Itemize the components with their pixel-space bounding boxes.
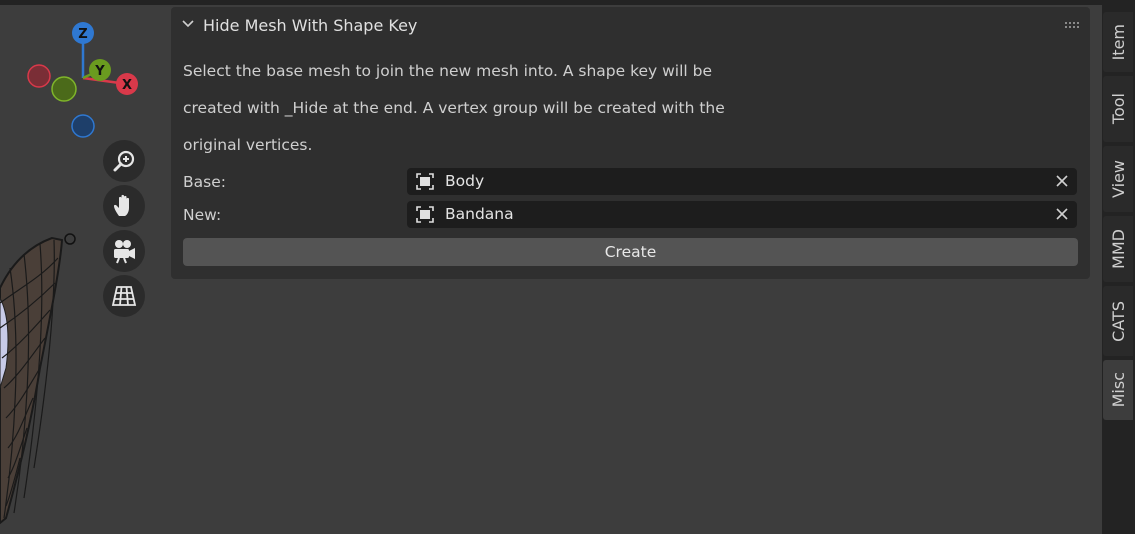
camera-view-button[interactable] (103, 230, 145, 272)
description-line-3: original vertices. (183, 136, 313, 154)
chevron-down-icon[interactable] (181, 19, 195, 29)
x-axis-label[interactable]: X (122, 78, 132, 93)
tab-tool[interactable]: Tool (1103, 76, 1133, 142)
3d-viewport[interactable]: Z X Y Hide Mesh With Shape Key Select th… (0, 0, 1102, 534)
grip-icon[interactable] (1064, 21, 1080, 29)
base-label: Base: (183, 173, 226, 191)
panel-header[interactable]: Hide Mesh With Shape Key (171, 7, 1090, 45)
viewport-header-strip (0, 0, 1102, 5)
new-mesh-field[interactable]: Bandana (407, 201, 1077, 228)
sidebar-tab-bar: Item Tool View MMD CATS Misc (1102, 0, 1135, 534)
tab-mmd[interactable]: MMD (1103, 216, 1133, 282)
tab-item[interactable]: Item (1103, 12, 1133, 72)
hand-icon (114, 194, 129, 216)
wireframe-mesh (0, 233, 76, 525)
new-label: New: (183, 206, 222, 224)
tab-view[interactable]: View (1103, 146, 1133, 212)
hide-mesh-panel: Hide Mesh With Shape Key Select the base… (171, 7, 1090, 279)
description-line-2: created with _Hide at the end. A vertex … (183, 99, 725, 117)
tab-misc[interactable]: Misc (1103, 360, 1133, 420)
camera-icon (114, 240, 135, 264)
base-mesh-value: Body (445, 172, 485, 190)
base-mesh-field[interactable]: Body (407, 168, 1077, 195)
new-mesh-value: Bandana (445, 205, 514, 223)
create-button[interactable]: Create (183, 238, 1078, 266)
zoom-button[interactable] (103, 140, 145, 182)
perspective-toggle-button[interactable] (103, 275, 145, 317)
object-icon (416, 173, 434, 190)
z-axis-label[interactable]: Z (78, 27, 87, 42)
panel-title: Hide Mesh With Shape Key (203, 16, 418, 35)
navigation-gizmo[interactable]: Z X Y (0, 0, 160, 160)
description-line-1: Select the base mesh to join the new mes… (183, 62, 713, 80)
pan-button[interactable] (103, 185, 145, 227)
close-icon[interactable] (1055, 207, 1069, 221)
zoom-icon (113, 150, 135, 172)
grid-icon (111, 286, 137, 306)
object-icon (416, 206, 434, 223)
tab-cats[interactable]: CATS (1103, 286, 1133, 356)
y-axis-label[interactable]: Y (94, 64, 105, 79)
close-icon[interactable] (1055, 174, 1069, 188)
